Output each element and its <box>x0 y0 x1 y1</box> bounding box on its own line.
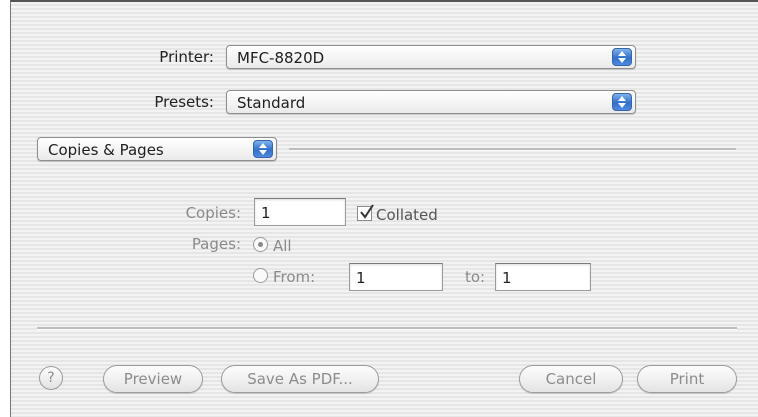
checkmark-icon <box>360 204 374 219</box>
pages-all-label[interactable]: All <box>273 237 292 255</box>
copies-field[interactable]: 1 <box>254 198 346 226</box>
presets-label: Presets: <box>154 93 214 111</box>
printer-value: MFC-8820D <box>237 49 325 67</box>
printer-label: Printer: <box>159 48 214 66</box>
pages-label: Pages: <box>191 235 241 253</box>
pages-to-field[interactable]: 1 <box>495 263 591 291</box>
collated-label[interactable]: Collated <box>376 206 438 224</box>
presets-popup[interactable]: Standard <box>226 90 636 114</box>
help-button[interactable]: ? <box>39 366 63 390</box>
pages-to-label: to: <box>465 268 486 286</box>
panel-separator <box>289 148 736 151</box>
preview-button[interactable]: Preview <box>103 365 203 393</box>
popup-arrows-icon <box>612 48 632 66</box>
presets-value: Standard <box>237 94 306 112</box>
popup-arrows-icon <box>253 140 273 158</box>
pages-from-label[interactable]: From: <box>273 268 315 286</box>
pages-from-field[interactable]: 1 <box>349 263 443 291</box>
print-button[interactable]: Print <box>637 365 737 393</box>
printer-popup[interactable]: MFC-8820D <box>226 45 636 69</box>
panel-popup[interactable]: Copies & Pages <box>37 137 277 161</box>
copies-label: Copies: <box>185 204 241 222</box>
cancel-button[interactable]: Cancel <box>519 365 623 393</box>
popup-arrows-icon <box>612 93 632 111</box>
radio-selected-dot <box>258 242 263 247</box>
pages-all-radio[interactable] <box>253 237 268 252</box>
save-as-pdf-button[interactable]: Save As PDF... <box>221 365 379 393</box>
print-dialog: Printer: MFC-8820D Presets: Standard Cop… <box>10 0 758 417</box>
panel-value: Copies & Pages <box>48 141 164 159</box>
pages-from-radio[interactable] <box>253 268 268 283</box>
collated-checkbox[interactable] <box>357 204 374 221</box>
bottom-separator <box>37 327 737 330</box>
